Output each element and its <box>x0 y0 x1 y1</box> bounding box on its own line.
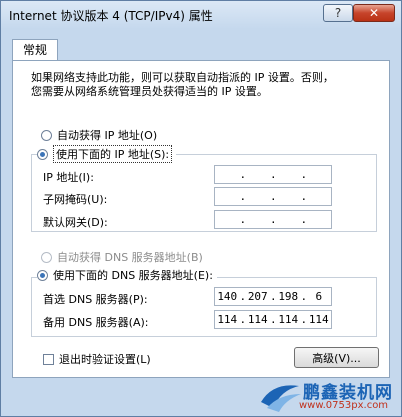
dialog-window: Internet 协议版本 4 (TCP/IPv4) 属性 ? ✕ 常规 如果网… <box>0 0 402 417</box>
description-line-1: 如果网络支持此功能，则可以获取自动指派的 IP 设置。否则， <box>31 71 334 84</box>
radio-auto-dns-label: 自动获得 DNS 服务器地址(B) <box>57 251 203 264</box>
ip-dot: . <box>300 213 308 226</box>
validate-label: 退出时验证设置(L) <box>59 353 151 366</box>
close-button[interactable]: ✕ <box>353 4 395 22</box>
ip-dot: . <box>270 168 277 181</box>
radio-manual-dns-circle[interactable] <box>37 269 48 281</box>
radio-manual-dns-label: 使用下面的 DNS 服务器地址(E): <box>53 269 213 282</box>
window-title: Internet 协议版本 4 (TCP/IPv4) 属性 <box>9 9 213 23</box>
ip-address-input[interactable]: . . . <box>214 165 332 184</box>
ip-dot: . <box>239 190 247 203</box>
radio-manual-dns[interactable]: 使用下面的 DNS 服务器地址(E): <box>37 267 217 283</box>
ip-dot: . <box>239 168 247 181</box>
pdns-seg-4: 6 <box>315 290 323 303</box>
description-text: 如果网络支持此功能，则可以获取自动指派的 IP 设置。否则， 您需要从网络系统管… <box>31 71 376 99</box>
pdns-seg-3: 198 <box>278 290 299 303</box>
adns-seg-1: 114 <box>217 313 238 326</box>
radio-auto-ip[interactable]: 自动获得 IP 地址(O) <box>41 127 157 143</box>
watermark-url: www.0753px.com <box>299 400 389 411</box>
advanced-button[interactable]: 高级(V)... <box>294 347 379 368</box>
description-line-2: 您需要从网络系统管理员处获得适当的 IP 设置。 <box>31 85 268 98</box>
ip-dot: . <box>270 190 277 203</box>
pdns-seg-1: 140 <box>217 290 238 303</box>
pdns-seg-2: 207 <box>247 290 268 303</box>
adns-seg-2: 114 <box>247 313 268 326</box>
ip-dot: . <box>270 213 277 226</box>
validate-checkbox[interactable] <box>43 353 54 365</box>
radio-auto-dns[interactable]: 自动获得 DNS 服务器地址(B) <box>41 249 203 265</box>
site-watermark: 鹏鑫装机网 www.0753px.com <box>259 378 399 416</box>
question-icon: ? <box>334 6 342 20</box>
preferred-dns-label: 首选 DNS 服务器(P): <box>43 293 148 306</box>
ip-dot: . <box>300 190 308 203</box>
tab-general[interactable]: 常规 <box>12 39 58 61</box>
default-gateway-label: 默认网关(D): <box>43 216 108 229</box>
radio-auto-dns-circle[interactable] <box>41 251 52 263</box>
general-panel: 如果网络支持此功能，则可以获取自动指派的 IP 设置。否则， 您需要从网络系统管… <box>12 60 390 378</box>
subnet-mask-label: 子网掩码(U): <box>43 193 108 206</box>
ip-address-label: IP 地址(I): <box>43 171 94 184</box>
radio-manual-ip[interactable]: 使用下面的 IP 地址(S): <box>37 145 177 163</box>
ip-dot: . <box>300 168 308 181</box>
ip-dot: . <box>239 213 247 226</box>
adns-seg-4: 114 <box>308 313 329 326</box>
radio-manual-ip-circle[interactable] <box>37 148 48 160</box>
default-gateway-input[interactable]: . . . <box>214 210 332 229</box>
alternate-dns-label: 备用 DNS 服务器(A): <box>43 316 149 329</box>
adns-seg-3: 114 <box>278 313 299 326</box>
radio-auto-ip-circle[interactable] <box>41 129 52 141</box>
close-icon: ✕ <box>368 6 380 20</box>
alternate-dns-input[interactable]: 114. 114. 114. 114 <box>214 310 332 329</box>
preferred-dns-input[interactable]: 140. 207. 198. 6 <box>214 287 332 306</box>
subnet-mask-input[interactable]: . . . <box>214 187 332 206</box>
radio-auto-ip-label: 自动获得 IP 地址(O) <box>57 129 158 142</box>
site-logo-icon <box>261 385 301 412</box>
radio-manual-ip-label: 使用下面的 IP 地址(S): <box>53 145 173 163</box>
validate-checkbox-row[interactable]: 退出时验证设置(L) <box>43 351 151 367</box>
title-bar[interactable]: Internet 协议版本 4 (TCP/IPv4) 属性 ? ✕ <box>1 1 401 29</box>
help-button[interactable]: ? <box>323 4 353 22</box>
